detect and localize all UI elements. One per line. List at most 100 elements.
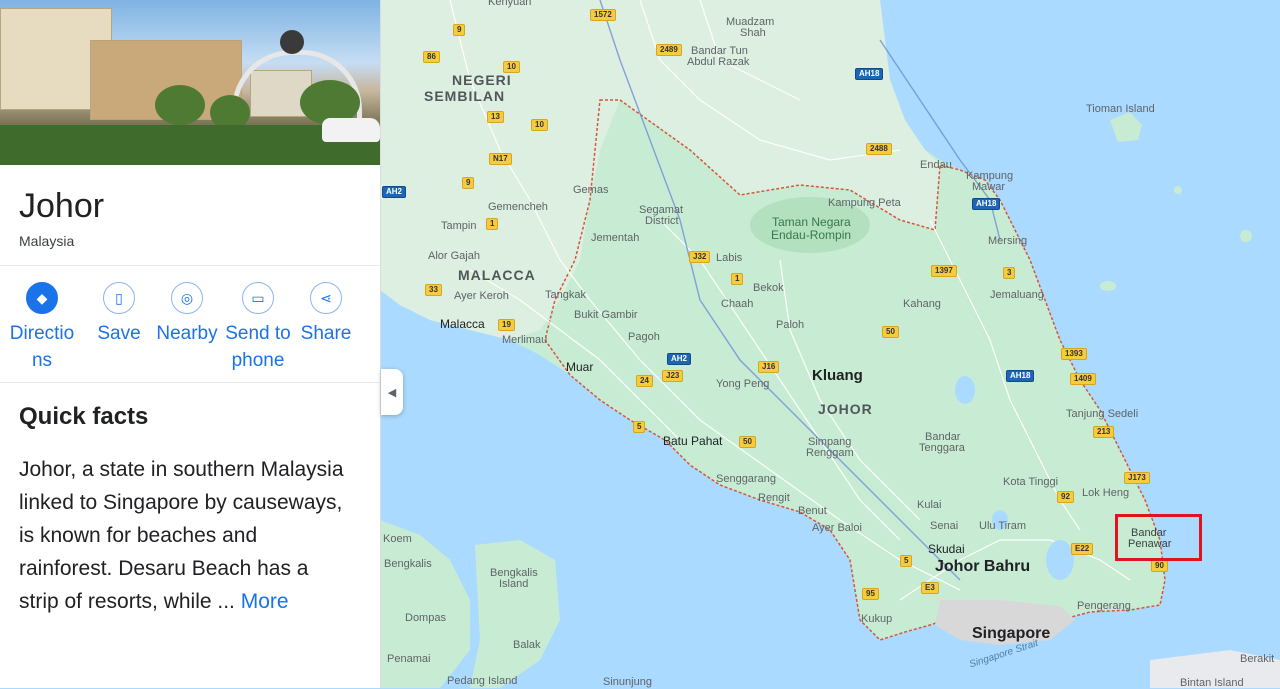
road-shield: 9 [453, 24, 466, 36]
save-button[interactable]: ▯ Save [84, 282, 154, 382]
send-to-phone-label-2: phone [231, 350, 285, 371]
place-tioman: Tioman Island [1086, 103, 1155, 115]
road-shield: E22 [1071, 543, 1094, 555]
share-button[interactable]: ⋖ Share [296, 282, 356, 382]
road-shield: 3 [1003, 267, 1016, 279]
nearby-button[interactable]: ◎ Nearby [154, 282, 220, 382]
send-to-phone-label-1: Send to [225, 323, 291, 344]
quick-facts-body: Johor, a state in southern Malaysia link… [19, 458, 344, 613]
road-shield: AH2 [667, 353, 692, 365]
road-shield: J23 [662, 370, 684, 382]
place-photo[interactable] [0, 0, 380, 165]
place-bintan-island: Bintan Island [1180, 677, 1244, 689]
place-labis: Labis [716, 252, 743, 264]
place-pengerang: Pengerang [1077, 600, 1131, 612]
state-label-johor: JOHOR [818, 401, 873, 417]
directions-label-1: Directio [9, 323, 75, 344]
place-senai: Senai [930, 520, 959, 532]
place-kampung-mawar-2: Mawar [972, 181, 1006, 193]
place-balak: Balak [513, 639, 541, 651]
place-bengkalis-island-2: Island [499, 578, 529, 590]
road-shield: 5 [633, 421, 646, 433]
quick-facts-heading: Quick facts [19, 403, 149, 430]
road-shield: 2488 [866, 143, 892, 155]
place-jemaluang: Jemaluang [990, 289, 1044, 301]
place-ulu-tiram: Ulu Tiram [979, 520, 1027, 532]
place-benut: Benut [798, 505, 827, 517]
nearby-label: Nearby [156, 323, 218, 344]
place-mersing: Mersing [988, 235, 1028, 247]
place-kenyuan: Kenyuan [488, 0, 532, 8]
road-shield: 1397 [931, 265, 957, 277]
town-label-batu-pahat[interactable]: Batu Pahat [663, 435, 722, 447]
city-label-johor-bahru[interactable]: Johor Bahru [935, 559, 1030, 575]
road-shield: 1 [731, 273, 744, 285]
place-tangkak: Tangkak [545, 289, 586, 301]
directions-icon: ◆ [26, 282, 58, 314]
place-chaah: Chaah [721, 298, 754, 310]
road-shield: 13 [487, 111, 504, 123]
city-label-singapore[interactable]: Singapore [972, 626, 1050, 642]
place-lok-heng: Lok Heng [1082, 487, 1130, 499]
send-to-phone-icon: ▭ [242, 282, 274, 314]
divider [0, 382, 380, 383]
road-shield: 10 [531, 119, 548, 131]
road-shield: N17 [489, 153, 512, 165]
road-shield: 1 [486, 218, 499, 230]
place-bekok: Bekok [753, 282, 784, 294]
place-bengkalis: Bengkalis [384, 558, 432, 570]
place-koem: Koem [383, 533, 412, 545]
town-label-skudai[interactable]: Skudai [928, 543, 965, 555]
place-muadzam-shah-2: Shah [740, 27, 766, 39]
road-shield: J173 [1124, 472, 1150, 484]
road-shield: 213 [1093, 426, 1115, 438]
directions-button[interactable]: ◆ Directio ns [0, 282, 84, 382]
road-shield: AH18 [1006, 370, 1035, 382]
road-shield: E3 [921, 582, 939, 594]
place-kahang: Kahang [903, 298, 941, 310]
place-tampin: Tampin [441, 220, 477, 232]
action-row: ◆ Directio ns ▯ Save ◎ Nearby ▭ Send to … [0, 266, 380, 382]
place-bukit-gambir: Bukit Gambir [574, 309, 638, 321]
place-pagoh: Pagoh [628, 331, 660, 343]
place-senggarang: Senggarang [716, 473, 776, 485]
road-shield: 86 [423, 51, 440, 63]
place-kota-tinggi: Kota Tinggi [1003, 476, 1059, 488]
place-penamai: Penamai [387, 653, 431, 665]
bookmark-icon: ▯ [103, 282, 135, 314]
place-endau: Endau [920, 159, 952, 171]
road-shield: 1393 [1061, 348, 1087, 360]
place-renggam: Renggam [806, 447, 854, 459]
city-label-kluang[interactable]: Kluang [812, 368, 863, 383]
road-shield: J16 [758, 361, 780, 373]
place-kulai: Kulai [917, 499, 942, 511]
road-shield: 1572 [590, 9, 616, 21]
place-title: Johor [19, 187, 105, 225]
road-shield: 50 [882, 326, 899, 338]
state-label-malacca: MALACCA [458, 267, 536, 283]
place-ayer-keroh: Ayer Keroh [454, 290, 509, 302]
place-tenggara: Tenggara [919, 442, 965, 454]
place-rengit: Rengit [758, 492, 790, 504]
more-link[interactable]: More [241, 590, 289, 613]
road-shield: 9 [462, 177, 475, 189]
place-paloh: Paloh [776, 319, 805, 331]
park-taman-negara: Taman Negara [772, 215, 851, 229]
road-shield: AH18 [855, 68, 884, 80]
town-label-muar[interactable]: Muar [566, 361, 593, 373]
place-segamat-district: District [645, 215, 679, 227]
highlight-box-bandar-penawar [1115, 514, 1202, 561]
collapse-panel-button[interactable]: ◀ [381, 369, 403, 415]
road-shield: 90 [1151, 560, 1168, 572]
quick-facts-text: Johor, a state in southern Malaysia link… [19, 453, 352, 618]
road-shield: 19 [498, 319, 515, 331]
place-pedang-island: Pedang Island [447, 675, 518, 687]
send-to-phone-button[interactable]: ▭ Send to phone [220, 282, 296, 382]
place-gemencheh: Gemencheh [488, 201, 548, 213]
road-shield: 2489 [656, 44, 682, 56]
state-label-negeri-sembilan-2: SEMBILAN [424, 88, 506, 104]
place-jementah: Jementah [591, 232, 640, 244]
town-label-malacca[interactable]: Malacca [440, 318, 485, 330]
place-kukup: Kukup [861, 613, 893, 625]
place-berakit: Berakit [1240, 653, 1275, 665]
